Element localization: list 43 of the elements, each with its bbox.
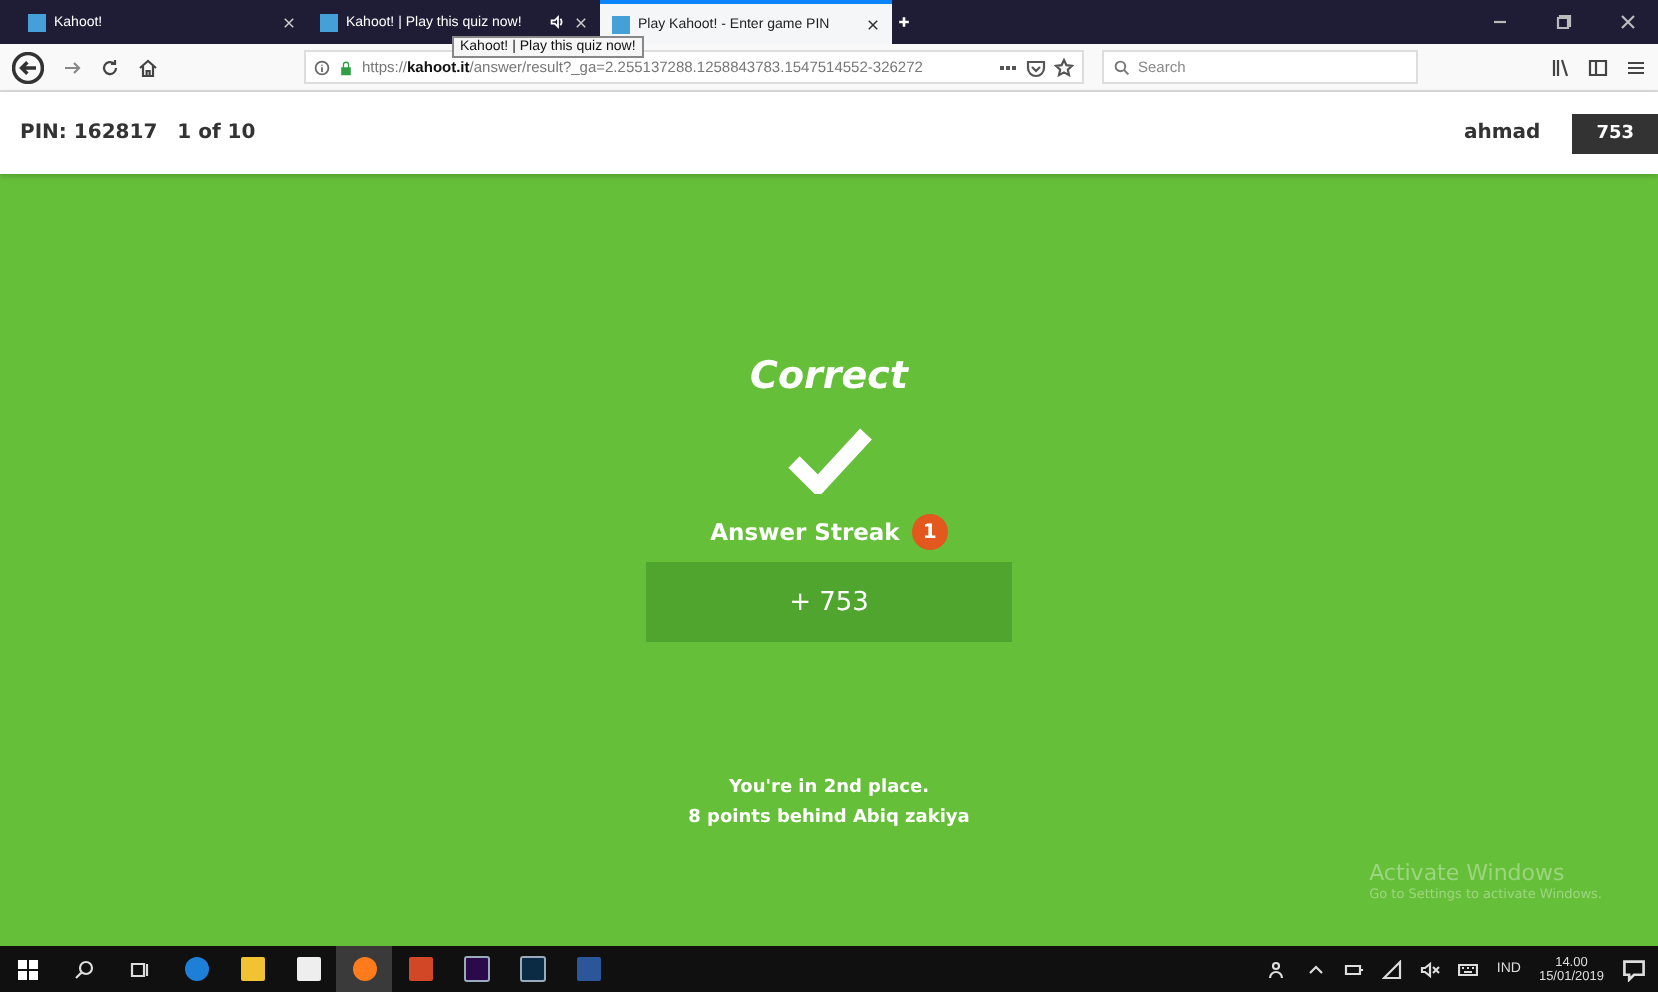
pocket-icon[interactable] (1026, 57, 1046, 77)
lock-icon[interactable] (338, 59, 354, 75)
app-icon[interactable] (463, 956, 489, 982)
network-icon[interactable] (1382, 959, 1403, 979)
streak-label: Answer Streak (710, 518, 900, 546)
search-icon (1114, 59, 1130, 75)
back-icon[interactable] (12, 51, 44, 83)
star-icon[interactable] (1054, 57, 1074, 77)
kahoot-icon (320, 13, 338, 31)
speaker-icon[interactable] (550, 14, 566, 30)
home-icon[interactable] (138, 57, 158, 77)
kahoot-icon (612, 15, 630, 33)
notification-icon[interactable] (1622, 957, 1646, 981)
sidebar-icon[interactable] (1588, 57, 1608, 77)
streak-badge: 1 (911, 514, 948, 550)
player-name: ahmad (1464, 122, 1541, 144)
behind-text: 8 points behind Abiq zakiya (688, 808, 970, 828)
player-score: 753 (1572, 113, 1658, 153)
result-title: Correct (750, 354, 908, 398)
close-icon[interactable] (866, 17, 880, 31)
start-icon[interactable] (18, 959, 38, 979)
info-icon[interactable] (314, 59, 330, 75)
menu-icon[interactable] (1626, 57, 1646, 77)
restore-icon[interactable] (1554, 12, 1574, 32)
close-icon[interactable] (1618, 12, 1638, 32)
reload-icon[interactable] (100, 57, 120, 77)
library-icon[interactable] (1550, 57, 1570, 77)
game-pin: PIN: 162817 (20, 122, 158, 144)
forward-icon[interactable] (62, 57, 82, 77)
place-text: You're in 2nd place. (726, 778, 932, 798)
app-icon[interactable] (239, 956, 265, 982)
keyboard-icon[interactable] (1458, 959, 1479, 979)
search-icon[interactable] (74, 959, 94, 979)
activation-title: Activate Windows (1369, 860, 1567, 886)
people-icon[interactable] (1268, 959, 1289, 979)
kahoot-icon (28, 13, 46, 31)
app-icon[interactable] (519, 956, 545, 982)
points-earned: + 753 (646, 562, 1012, 642)
battery-icon[interactable] (1344, 959, 1365, 979)
check-icon (787, 426, 871, 494)
mute-icon[interactable] (1420, 959, 1441, 979)
task-view-icon[interactable] (130, 959, 150, 979)
app-icon[interactable] (295, 956, 321, 982)
